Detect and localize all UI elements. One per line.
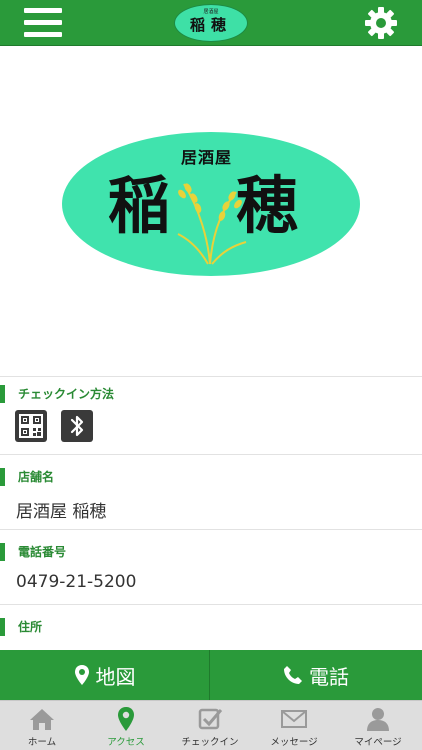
tab-message[interactable]: メッセージ xyxy=(252,701,336,750)
tab-home-label: ホーム xyxy=(27,737,57,748)
address-section: 住所 xyxy=(0,604,422,650)
phone-title: 電話番号 xyxy=(0,543,66,561)
shop-logo-area: 居酒屋 稲 穂 xyxy=(0,46,422,376)
phone-icon xyxy=(284,666,302,684)
qr-code-icon[interactable] xyxy=(15,410,47,442)
phone-section: 電話番号 0479-21-5200 xyxy=(0,529,422,604)
phone-value: 0479-21-5200 xyxy=(16,572,137,592)
phone-button[interactable]: 電話 xyxy=(211,650,421,700)
checkin-section: チェックイン方法 xyxy=(0,376,422,454)
header-logo-sub: 居酒屋 xyxy=(203,9,219,15)
store-name-value: 居酒屋 稲穂 xyxy=(16,502,107,522)
header-logo[interactable]: 居酒屋 稲穂 xyxy=(174,4,248,42)
top-bar: 居酒屋 稲穂 xyxy=(0,0,422,46)
map-pin-icon xyxy=(74,665,89,685)
address-title: 住所 xyxy=(0,618,42,636)
shop-logo-kanji-2: 穂 xyxy=(236,169,299,242)
tab-message-label: メッセージ xyxy=(270,737,318,748)
tab-checkin-label: チェックイン xyxy=(181,737,239,748)
map-button-label: 地図 xyxy=(95,664,136,689)
action-bar: 地図 電話 xyxy=(0,650,422,700)
header-logo-main: 稲穂 xyxy=(189,16,232,34)
tab-bar: ホーム アクセス チェックイン メッセージ マイページ xyxy=(0,700,422,750)
checkin-icon xyxy=(198,708,223,730)
hamburger-menu-icon[interactable] xyxy=(24,8,62,38)
home-icon xyxy=(30,709,54,730)
tab-access[interactable]: アクセス xyxy=(84,701,168,750)
store-name-title: 店舗名 xyxy=(0,468,54,486)
phone-button-label: 電話 xyxy=(309,664,349,689)
person-icon xyxy=(367,708,389,731)
envelope-icon xyxy=(281,710,307,728)
shop-logo-kanji-1: 稲 xyxy=(108,169,171,242)
tab-mypage[interactable]: マイページ xyxy=(336,701,420,750)
map-button[interactable]: 地図 xyxy=(0,650,210,700)
store-name-section: 店舗名 居酒屋 稲穂 xyxy=(0,454,422,529)
shop-logo-sub: 居酒屋 xyxy=(181,148,233,167)
map-pin-icon xyxy=(118,707,134,731)
tab-checkin[interactable]: チェックイン xyxy=(168,701,252,750)
tab-home[interactable]: ホーム xyxy=(0,701,84,750)
checkin-title: チェックイン方法 xyxy=(0,385,114,403)
gear-icon[interactable] xyxy=(364,6,398,40)
bluetooth-icon[interactable] xyxy=(61,410,93,442)
tab-access-label: アクセス xyxy=(107,737,145,748)
tab-mypage-label: マイページ xyxy=(354,737,402,748)
